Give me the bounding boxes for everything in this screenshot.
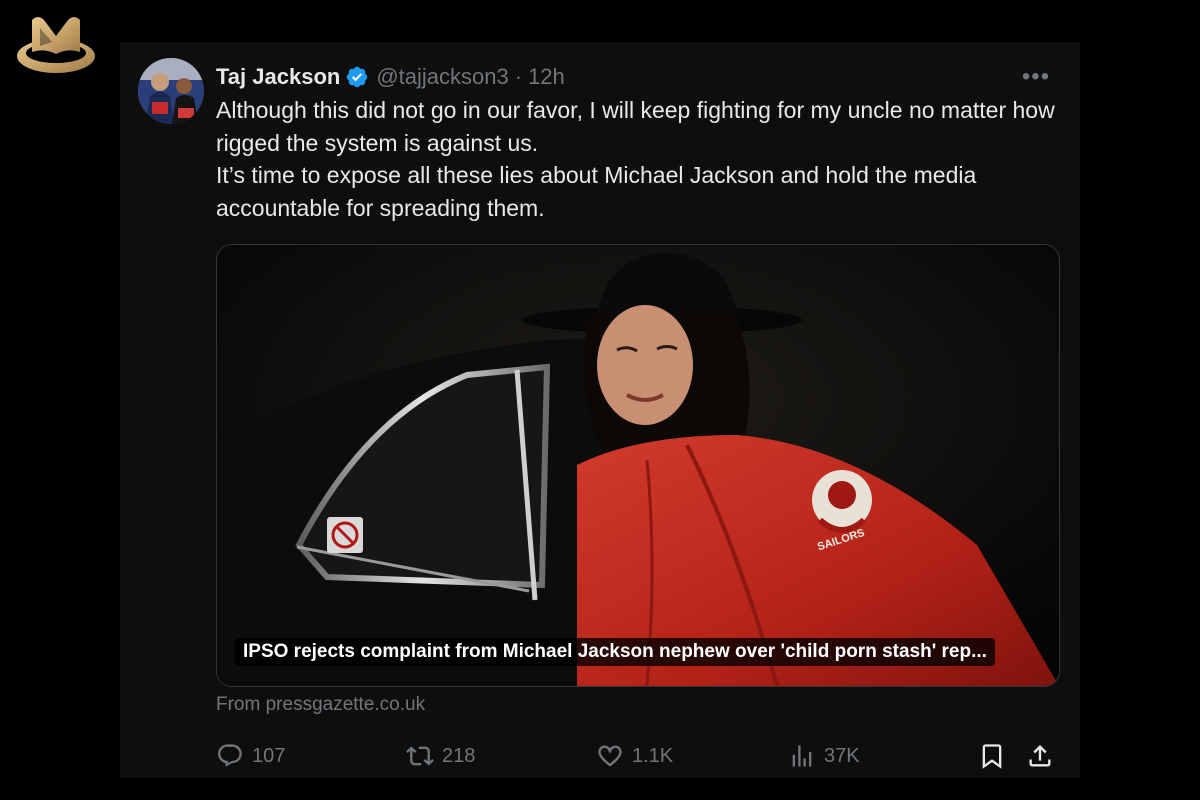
reply-button[interactable]: 107 [216,738,285,774]
tweet-header: Taj Jackson @tajjackson3 · 12h ••• [216,62,1060,92]
repost-icon [406,746,434,766]
reply-count: 107 [252,744,286,767]
repost-count: 218 [442,744,476,767]
site-logo-icon [17,17,95,73]
heart-icon [598,745,622,767]
link-source[interactable]: From pressgazette.co.uk [216,694,425,716]
link-preview-card[interactable]: SAILORS IPSO rejects complaint from Mich… [216,244,1060,687]
author-name[interactable]: Taj Jackson [216,64,340,90]
bookmark-icon [982,744,1002,769]
bookmark-button[interactable] [978,738,1014,774]
separator-dot: · [514,64,523,89]
author-handle[interactable]: @tajjackson3 [376,64,508,90]
like-count: 1.1K [632,744,674,767]
author-avatar[interactable] [138,58,204,124]
tweet-text: Although this did not go in our favor, I… [216,94,1066,224]
like-button[interactable]: 1.1K [596,738,673,774]
repost-button[interactable]: 218 [406,738,475,774]
views-icon [792,745,812,767]
tweet-text-line: It’s time to expose all these lies about… [216,162,977,221]
tweet-timestamp[interactable]: 12h [528,64,565,90]
more-options-icon[interactable]: ••• [1018,62,1054,92]
verified-badge-icon [347,66,368,88]
preview-caption: IPSO rejects complaint from Michael Jack… [235,638,995,666]
share-button[interactable] [1026,738,1062,774]
preview-photo: SAILORS [217,245,1059,686]
reply-icon [218,744,242,767]
views-count: 37K [824,744,860,767]
tweet-text-line: Although this did not go in our favor, I… [216,97,1055,156]
tweet-card: Taj Jackson @tajjackson3 · 12h ••• Altho… [120,42,1080,778]
tweet-actions: 107 218 1.1K 37K [216,738,1060,774]
views-button[interactable]: 37K [788,738,860,774]
share-icon [1029,745,1051,767]
